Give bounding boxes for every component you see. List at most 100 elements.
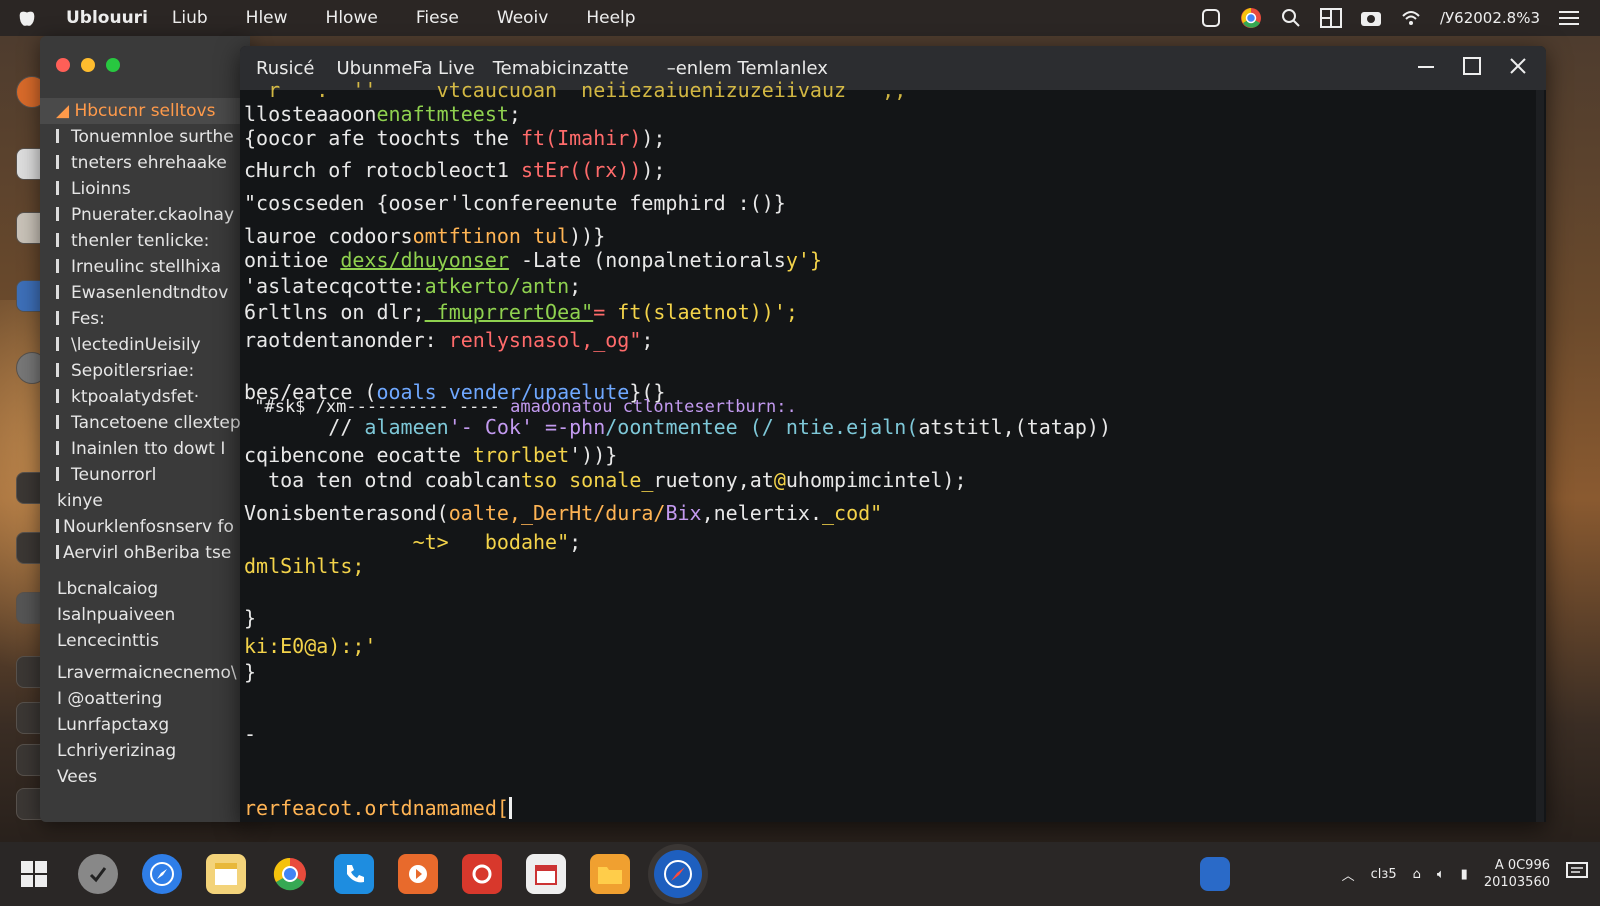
code-line: ~t> bodahe"; xyxy=(244,530,582,554)
sidebar-item[interactable]: Nourklenfosnserv fo xyxy=(40,514,250,540)
sidebar-item-label: Tonuemnloe surthe xyxy=(71,127,234,147)
sidebar-item[interactable]: Tancetoene cllextep: xyxy=(40,410,250,436)
bullet-icon xyxy=(56,337,59,351)
sidebar-item[interactable]: Ewasenlendtndtov xyxy=(40,280,250,306)
sidebar-item[interactable]: thenler tenlicke: xyxy=(40,228,250,254)
network-icon[interactable]: ⌂ xyxy=(1413,867,1421,882)
sidebar-group-item[interactable]: Lchriyerizinag xyxy=(40,738,250,764)
sidebar-item-selected[interactable]: ◢ Hbcucnr selltovs xyxy=(40,98,250,124)
maximize-icon[interactable] xyxy=(1462,56,1482,76)
menu-item-4[interactable]: Weoiv xyxy=(497,8,548,28)
extension-icon[interactable] xyxy=(1200,7,1222,29)
compass-app-icon[interactable] xyxy=(654,850,702,898)
apple-logo-icon[interactable] xyxy=(16,7,38,29)
tablet-app-icon[interactable] xyxy=(1200,857,1230,891)
safari-icon[interactable] xyxy=(142,854,182,894)
bullet-icon xyxy=(56,285,59,299)
sidebar-item-label: thenler tenlicke: xyxy=(71,231,210,251)
office-app-icon[interactable] xyxy=(462,854,502,894)
bullet-icon xyxy=(56,207,59,221)
check-app-icon[interactable] xyxy=(78,854,118,894)
zoom-window-button[interactable] xyxy=(106,58,120,72)
menu-item-2[interactable]: Hlowe xyxy=(326,8,378,28)
close-window-button[interactable] xyxy=(56,58,70,72)
menu-item-5[interactable]: Heelp xyxy=(586,8,635,28)
chrome-taskbar-icon[interactable] xyxy=(270,854,310,894)
sidebar-item[interactable]: Lioinns xyxy=(40,176,250,202)
sidebar-group-item[interactable]: Lravermaicnecnemo\ xyxy=(40,660,250,686)
sidebar-item[interactable]: Inainlen tto dowt I xyxy=(40,436,250,462)
sidebar-item-label: Fes: xyxy=(71,309,105,329)
terminal-tab[interactable]: Temabicinzatte xyxy=(493,58,629,79)
sidebar-item-label: Lioinns xyxy=(71,179,131,199)
terminal-tab[interactable]: UbunmeFa Live xyxy=(336,58,474,79)
sidebar-item[interactable]: \lectedinUeisily xyxy=(40,332,250,358)
volume-icon[interactable]: 🔈︎ xyxy=(1437,867,1445,882)
control-center-icon[interactable] xyxy=(1319,7,1342,29)
code-line: - xyxy=(244,722,257,746)
wifi-icon[interactable] xyxy=(1400,7,1422,29)
tray-chevron-icon[interactable]: ︿ xyxy=(1342,865,1355,884)
media-app-icon[interactable] xyxy=(398,854,438,894)
close-icon[interactable] xyxy=(1508,56,1528,76)
code-line: Vonisbenterasond(oalte,_DerHt/dura/Bix,n… xyxy=(244,501,883,525)
system-tray: ︿ clɜ5 ⌂ 🔈︎ ▮ A 0C996 20103560 xyxy=(1342,842,1588,906)
sidebar-item[interactable]: kinye xyxy=(40,488,250,514)
calendar-app-icon[interactable] xyxy=(526,854,566,894)
clock[interactable]: A 0C996 20103560 xyxy=(1484,857,1550,891)
menu-item-3[interactable]: Fiese xyxy=(416,8,459,28)
sidebar-group-item[interactable]: Lencecinttis xyxy=(40,628,250,654)
sidebar-item[interactable]: ktpoalatydsfet· xyxy=(40,384,250,410)
bullet-icon xyxy=(56,233,59,247)
folder-icon: ◢ xyxy=(56,101,70,121)
bullet-icon xyxy=(56,545,59,559)
minimize-window-button[interactable] xyxy=(81,58,95,72)
sidebar-item-label: Tancetoene cllextep: xyxy=(71,413,247,433)
bullet-icon xyxy=(56,415,59,429)
battery-icon[interactable]: ▮ xyxy=(1461,867,1468,882)
code-line: raotdentanonder: renlysnasol,_og"; xyxy=(244,328,654,352)
sidebar-item[interactable]: Tonuemnloe surthe xyxy=(40,124,250,150)
camera-icon[interactable] xyxy=(1360,7,1382,29)
minimize-icon[interactable] xyxy=(1416,56,1436,76)
sidebar-item[interactable]: Fes: xyxy=(40,306,250,332)
terminal-output[interactable]: r . '' vtcaucuoan neiiezaiuenizuzeiivauz… xyxy=(244,78,1111,820)
code-line: r . '' vtcaucuoan neiiezaiuenizuzeiivauz… xyxy=(244,78,907,102)
sidebar-item-label: Ewasenlendtndtov xyxy=(71,283,229,303)
app-name-menu[interactable]: Ublouuri xyxy=(66,8,148,28)
sidebar-item[interactable]: Aervirl ohBeriba tse xyxy=(40,540,250,566)
terminal-scrollbar[interactable] xyxy=(1536,90,1544,822)
folder-app-icon[interactable] xyxy=(590,854,630,894)
sidebar-item[interactable]: Sepoitlersriae: xyxy=(40,358,250,384)
sidebar-item[interactable]: Pnuerater.ckaolnay xyxy=(40,202,250,228)
sidebar-item-label: Lunrfapctaxg xyxy=(57,715,170,735)
chrome-icon[interactable] xyxy=(1240,7,1262,29)
notification-menu-icon[interactable] xyxy=(1558,7,1580,29)
sidebar-group-item[interactable]: Lunrfapctaxg xyxy=(40,712,250,738)
sidebar-item-label: Sepoitlersriae: xyxy=(71,361,195,381)
search-icon[interactable] xyxy=(1280,7,1302,29)
windows-start-icon[interactable] xyxy=(14,854,54,894)
tray-text: clɜ5 xyxy=(1370,866,1397,882)
sidebar-item[interactable]: Teunorrorl xyxy=(40,462,250,488)
menu-item-1[interactable]: Hlew xyxy=(246,8,288,28)
phone-app-icon[interactable] xyxy=(334,854,374,894)
sidebar-group-item[interactable]: Lbcnalcaiog xyxy=(40,576,250,602)
bullet-icon xyxy=(56,441,59,455)
terminal-tab[interactable]: Rusicé xyxy=(256,58,314,79)
sidebar-item-label: ktpoalatydsfet· xyxy=(71,387,200,407)
clock-time: A 0C996 xyxy=(1494,858,1550,873)
bullet-icon xyxy=(56,129,59,143)
terminal-window: Rusicé UbunmeFa Live Temabicinzatte –enl… xyxy=(240,46,1546,822)
menu-item-0[interactable]: Liub xyxy=(172,8,208,28)
bullet-icon xyxy=(56,155,59,169)
sidebar-group-item[interactable]: Isalnpuaiveen xyxy=(40,602,250,628)
sidebar-group-item[interactable]: Vees xyxy=(40,764,250,790)
sidebar-group-item[interactable]: I @oattering xyxy=(40,686,250,712)
left-dock xyxy=(0,36,48,866)
notification-center-icon[interactable] xyxy=(1566,862,1588,886)
sidebar-item[interactable]: Irneulinc stellhixa xyxy=(40,254,250,280)
notes-app-icon[interactable] xyxy=(206,854,246,894)
sidebar-item[interactable]: tneters ehrehaake xyxy=(40,150,250,176)
sidebar-item-label: Lbcnalcaiog xyxy=(57,579,159,599)
